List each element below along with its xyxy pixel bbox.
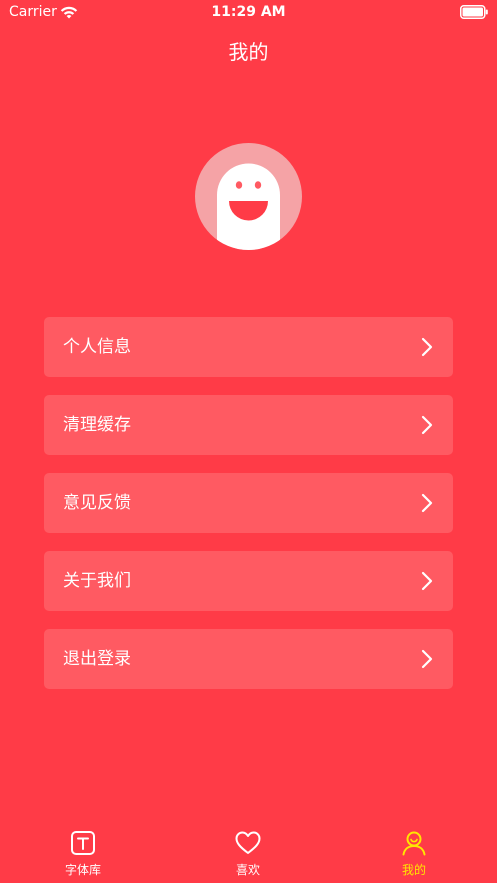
- tab-label: 喜欢: [235, 863, 260, 877]
- menu-item-label: 意见反馈: [63, 493, 131, 513]
- heart-icon: [235, 831, 261, 854]
- menu-item-label: 关于我们: [63, 571, 131, 591]
- menu-item-label: 个人信息: [63, 337, 131, 357]
- user-icon: [402, 831, 426, 856]
- tab-mine[interactable]: 我的: [354, 829, 474, 883]
- tab-font-library[interactable]: 字体库: [23, 829, 143, 883]
- menu-item-clear-cache[interactable]: 清理缓存: [44, 395, 453, 455]
- settings-menu: 个人信息 清理缓存 意见反馈 关于我们 退出登录: [44, 317, 453, 707]
- menu-item-label: 清理缓存: [63, 415, 131, 435]
- battery-icon: [460, 5, 488, 19]
- profile-screen: Carrier 11:29 AM 我的 个人信息 清理缓存 意见反馈 关于我们 …: [0, 0, 497, 883]
- status-time: 11:29 AM: [211, 4, 286, 20]
- avatar[interactable]: [195, 143, 302, 250]
- chevron-right-icon: [421, 415, 433, 435]
- tab-likes[interactable]: 喜欢: [188, 829, 308, 883]
- status-bar: Carrier 11:29 AM: [0, 0, 497, 26]
- ghost-avatar-icon: [217, 163, 280, 250]
- font-library-icon: [71, 831, 95, 855]
- tab-bar: 字体库 喜欢 我的: [0, 823, 497, 883]
- tab-label: 字体库: [64, 863, 101, 877]
- menu-item-label: 退出登录: [63, 649, 131, 669]
- menu-item-feedback[interactable]: 意见反馈: [44, 473, 453, 533]
- menu-item-personal-info[interactable]: 个人信息: [44, 317, 453, 377]
- chevron-right-icon: [421, 337, 433, 357]
- menu-item-about-us[interactable]: 关于我们: [44, 551, 453, 611]
- chevron-right-icon: [421, 571, 433, 591]
- tab-label: 我的: [401, 863, 426, 877]
- chevron-right-icon: [421, 493, 433, 513]
- menu-item-logout[interactable]: 退出登录: [44, 629, 453, 689]
- page-title: 我的: [228, 40, 269, 64]
- chevron-right-icon: [421, 649, 433, 669]
